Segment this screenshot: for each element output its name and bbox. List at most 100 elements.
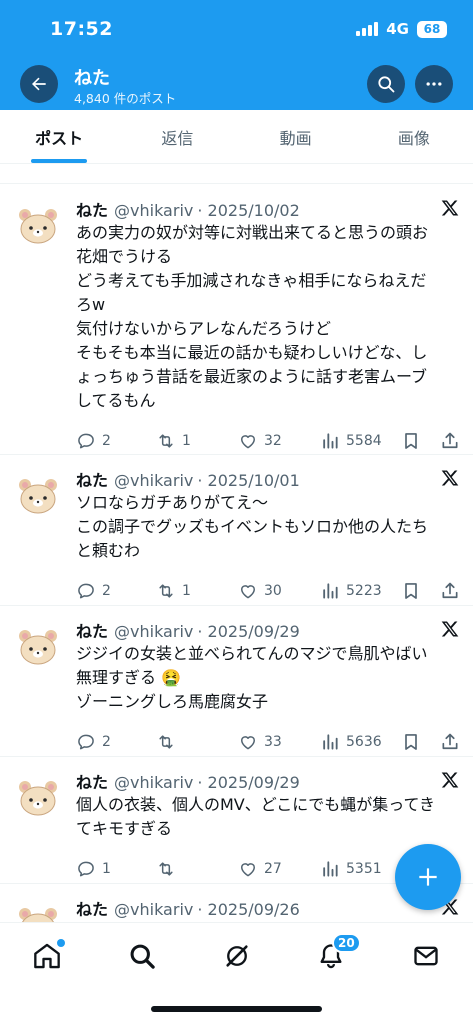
repost-button[interactable] bbox=[156, 859, 182, 879]
post-text-line: ろw bbox=[76, 295, 106, 314]
post-header: ねた @vhikariv · 2025/09/26 bbox=[76, 896, 300, 920]
post-date[interactable]: · 2025/09/29 bbox=[197, 773, 299, 792]
bookmark-icon bbox=[401, 581, 421, 601]
author-name[interactable]: ねた bbox=[76, 622, 108, 641]
nav-grok[interactable] bbox=[222, 941, 252, 971]
reply-count: 2 bbox=[102, 734, 111, 750]
nav-messages[interactable] bbox=[411, 941, 441, 971]
like-icon bbox=[238, 431, 258, 451]
post-text: ソロならガチありがてえ～ この調子でグッズもイベントもソロか他の人たち と頼むわ bbox=[76, 491, 461, 563]
post-text-line: 花畑でうける bbox=[76, 247, 173, 266]
post-text-line: そもそも本当に最近の話かも疑わしいけどな、し bbox=[76, 343, 428, 362]
reply-icon bbox=[76, 431, 96, 451]
like-count: 27 bbox=[264, 861, 282, 877]
repost-count: 1 bbox=[182, 583, 191, 599]
avatar[interactable] bbox=[14, 622, 62, 670]
divider bbox=[0, 183, 473, 184]
tab-posts[interactable]: ポスト bbox=[0, 110, 118, 163]
views-button[interactable]: 5636 bbox=[320, 732, 382, 752]
post[interactable]: ねた @vhikariv · 2025/09/29 ジジイの女装と並べられてんのマジで… bbox=[0, 606, 473, 757]
x-logo-icon bbox=[440, 770, 460, 790]
post-date[interactable]: · 2025/10/02 bbox=[197, 201, 299, 220]
tab-videos[interactable]: 動画 bbox=[237, 110, 355, 163]
like-button[interactable]: 33 bbox=[238, 732, 282, 752]
reply-button[interactable]: 2 bbox=[76, 581, 111, 601]
author-handle[interactable]: @vhikariv bbox=[114, 471, 193, 490]
avatar[interactable] bbox=[14, 201, 62, 249]
views-icon bbox=[320, 732, 340, 752]
post[interactable]: ねた @vhikariv · 2025/10/01 ソロならガチありがてえ～ この調子で… bbox=[0, 455, 473, 606]
more-button[interactable] bbox=[415, 65, 453, 103]
views-button[interactable]: 5584 bbox=[320, 431, 382, 451]
reply-button[interactable]: 2 bbox=[76, 431, 111, 451]
tab-images[interactable]: 画像 bbox=[355, 110, 473, 163]
reply-count: 2 bbox=[102, 583, 111, 599]
bookmark-button[interactable] bbox=[401, 732, 421, 752]
reply-button[interactable]: 1 bbox=[76, 859, 111, 879]
like-button[interactable]: 30 bbox=[238, 581, 282, 601]
like-icon bbox=[238, 581, 258, 601]
repost-button[interactable]: 1 bbox=[156, 581, 191, 601]
views-button[interactable]: 5351 bbox=[320, 859, 382, 879]
post-text-line: てキモすぎる bbox=[76, 819, 173, 838]
author-name[interactable]: ねた bbox=[76, 471, 108, 490]
x-logo-icon bbox=[440, 468, 460, 488]
reply-count: 1 bbox=[102, 861, 111, 877]
back-button[interactable] bbox=[20, 65, 58, 103]
search-icon bbox=[378, 76, 395, 93]
nav-search[interactable] bbox=[127, 941, 157, 971]
repost-icon bbox=[156, 732, 176, 752]
post-actions: 2 1 32 5584 bbox=[76, 431, 461, 453]
avatar[interactable] bbox=[14, 471, 62, 519]
author-name[interactable]: ねた bbox=[76, 900, 108, 919]
post-feed[interactable]: ねた @vhikariv · 2025/10/02 あの実力の奴が対等に対戦出来てると… bbox=[0, 165, 473, 922]
author-handle[interactable]: @vhikariv bbox=[114, 773, 193, 792]
post-text-line: ょっちゅう昔話を最近家のように話す老害ムーブ bbox=[76, 367, 428, 386]
post-text-line: ソロならガチありがてえ～ bbox=[76, 493, 269, 512]
compose-button[interactable] bbox=[395, 844, 461, 910]
post-date[interactable]: · 2025/09/29 bbox=[197, 622, 299, 641]
share-button[interactable] bbox=[440, 431, 460, 451]
repost-icon bbox=[156, 581, 176, 601]
reply-icon bbox=[76, 581, 96, 601]
post-date[interactable]: · 2025/10/01 bbox=[197, 471, 299, 490]
post-date[interactable]: · 2025/09/26 bbox=[197, 900, 299, 919]
like-count: 32 bbox=[264, 433, 282, 449]
avatar[interactable] bbox=[14, 773, 62, 821]
share-button[interactable] bbox=[440, 581, 460, 601]
x-logo-icon bbox=[440, 198, 460, 218]
author-handle[interactable]: @vhikariv bbox=[114, 900, 193, 919]
avatar[interactable] bbox=[14, 900, 62, 922]
author-handle[interactable]: @vhikariv bbox=[114, 622, 193, 641]
bookmark-icon bbox=[401, 431, 421, 451]
like-button[interactable]: 27 bbox=[238, 859, 282, 879]
like-button[interactable]: 32 bbox=[238, 431, 282, 451]
repost-button[interactable] bbox=[156, 732, 182, 752]
nav-notifications[interactable]: 20 bbox=[316, 933, 361, 971]
views-button[interactable]: 5223 bbox=[320, 581, 382, 601]
nav-home[interactable] bbox=[32, 939, 65, 971]
post-text: 個人の衣装、個人のMV、どこにでも蝿が集ってき てキモすぎる bbox=[76, 793, 461, 841]
tab-replies[interactable]: 返信 bbox=[118, 110, 236, 163]
post-text-line: と頼むわ bbox=[76, 541, 141, 560]
post-text-line: 個人の衣装、個人のMV、どこにでも蝿が集ってき bbox=[76, 795, 435, 814]
author-handle[interactable]: @vhikariv bbox=[114, 201, 193, 220]
bookmark-button[interactable] bbox=[401, 431, 421, 451]
repost-button[interactable]: 1 bbox=[156, 431, 191, 451]
more-icon bbox=[426, 82, 442, 86]
views-count: 5636 bbox=[346, 734, 382, 750]
views-count: 5223 bbox=[346, 583, 382, 599]
views-count: 5351 bbox=[346, 861, 382, 877]
author-name[interactable]: ねた bbox=[76, 773, 108, 792]
bookmark-button[interactable] bbox=[401, 581, 421, 601]
reply-button[interactable]: 2 bbox=[76, 732, 111, 752]
post-text-line: 無理すぎる 🤮 bbox=[76, 668, 182, 687]
battery-icon: 68 bbox=[417, 20, 447, 38]
author-name[interactable]: ねた bbox=[76, 201, 108, 220]
post-actions: 2 1 30 5223 bbox=[76, 581, 461, 603]
signal-icon bbox=[356, 22, 379, 36]
status-icons: 4G 68 bbox=[356, 20, 447, 38]
post[interactable]: ねた @vhikariv · 2025/10/02 あの実力の奴が対等に対戦出来てると… bbox=[0, 185, 473, 455]
share-button[interactable] bbox=[440, 732, 460, 752]
search-button[interactable] bbox=[367, 65, 405, 103]
